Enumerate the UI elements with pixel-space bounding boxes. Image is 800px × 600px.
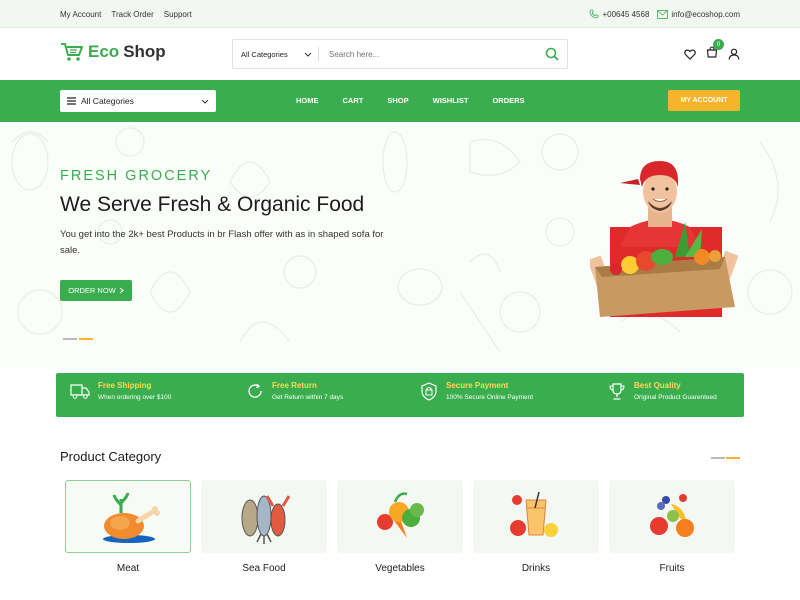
feature-free-return: Free Return Get Return within 7 days	[246, 381, 343, 401]
feature-subtitle: When ordering over $100	[98, 394, 172, 401]
category-label[interactable]: Sea Food	[201, 563, 327, 574]
search-input[interactable]	[319, 49, 537, 59]
my-account-button[interactable]: MY ACCOUNT	[668, 90, 740, 111]
lock-icon	[421, 381, 437, 401]
refresh-icon	[248, 383, 262, 398]
nav-home[interactable]: HOME	[296, 96, 319, 105]
menu-icon	[67, 97, 76, 105]
slider-dot[interactable]	[63, 338, 77, 340]
category-card-meat[interactable]	[65, 480, 191, 553]
slider-dot-active[interactable]	[726, 457, 740, 459]
feature-title: Free Shipping	[98, 381, 152, 390]
main-header: EcoShop All Categories 0	[0, 28, 800, 80]
feature-title: Secure Payment	[446, 381, 509, 390]
category-label[interactable]: Drinks	[473, 563, 599, 574]
category-slider-dots	[711, 457, 740, 459]
vegetables-icon	[377, 492, 424, 538]
nav-wishlist[interactable]: WISHLIST	[433, 96, 469, 105]
hero-subtitle: FRESH GROCERY	[60, 168, 213, 184]
feature-subtitle: Get Return within 7 days	[272, 394, 344, 401]
chevron-down-icon	[304, 52, 312, 57]
feature-title: Best Quality	[634, 381, 681, 390]
main-nav: All Categories HOME CART SHOP WISHLIST O…	[0, 80, 800, 122]
phone-icon	[590, 9, 599, 19]
search-category-value: All Categories	[241, 49, 288, 59]
category-label[interactable]: Vegetables	[337, 563, 463, 574]
section-title: Product Category	[60, 449, 162, 464]
category-card-vegetables[interactable]	[337, 480, 463, 553]
logo-text-eco: Eco	[88, 42, 120, 61]
hero-slider-dots	[63, 338, 93, 340]
category-label[interactable]: Meat	[65, 563, 191, 574]
nav-orders[interactable]: ORDERS	[492, 96, 524, 105]
hero-banner: FRESH GROCERY We Serve Fresh & Organic F…	[0, 122, 800, 367]
nav-cart[interactable]: CART	[343, 96, 364, 105]
seafood-icon	[241, 495, 291, 544]
slider-dot-active[interactable]	[79, 338, 93, 340]
email-address: info@ecoshop.com	[671, 9, 740, 19]
fruits-icon	[650, 494, 694, 537]
feature-subtitle: 100% Secure Online Payment	[446, 394, 534, 401]
slider-dot[interactable]	[711, 457, 725, 459]
search-icon	[545, 47, 559, 61]
my-account-link[interactable]: My Account	[60, 10, 101, 19]
track-order-link[interactable]: Track Order	[111, 10, 153, 19]
nav-shop[interactable]: SHOP	[387, 96, 408, 105]
phone-contact[interactable]: +00645 4568	[589, 9, 649, 19]
trophy-icon	[609, 382, 625, 400]
features-bar: Free Shipping When ordering over $100 Fre…	[56, 373, 744, 417]
feature-free-shipping: Free Shipping When ordering over $100	[70, 381, 171, 401]
heart-icon[interactable]	[684, 48, 696, 60]
feature-best-quality: Best Quality Original Product Guarenteed	[608, 381, 717, 401]
phone-number: +00645 4568	[602, 9, 650, 19]
search-button[interactable]	[537, 47, 567, 61]
delivery-man-image	[590, 161, 739, 317]
drinks-icon	[510, 491, 558, 537]
order-now-label: ORDER NOW	[68, 286, 116, 295]
logo[interactable]: Eco Shop	[60, 42, 166, 62]
hero-title: We Serve Fresh & Organic Food	[60, 193, 365, 216]
mail-icon	[657, 9, 669, 19]
meat-icon	[103, 492, 160, 543]
contact-info: +00645 4568 info@ecoshop.com	[589, 9, 740, 19]
top-links: My Account Track Order Support	[60, 10, 192, 19]
cart-button[interactable]: 0	[706, 39, 724, 63]
all-categories-dropdown[interactable]: All Categories	[60, 90, 216, 112]
all-categories-label: All Categories	[81, 96, 134, 106]
cart-count-badge: 0	[713, 39, 724, 50]
search-bar: All Categories	[232, 39, 568, 69]
search-category-select[interactable]: All Categories	[233, 47, 319, 61]
user-icon[interactable]	[728, 48, 740, 60]
email-contact[interactable]: info@ecoshop.com	[657, 10, 740, 19]
feature-title: Free Return	[272, 381, 317, 390]
chevron-down-icon	[201, 99, 209, 104]
category-card-fruits[interactable]	[609, 480, 735, 553]
feature-subtitle: Original Product Guarenteed	[634, 394, 717, 401]
top-bar: My Account Track Order Support +00645 45…	[0, 0, 800, 28]
order-now-button[interactable]: ORDER NOW	[60, 280, 132, 301]
feature-secure-payment: Secure Payment 100% Secure Online Payment	[420, 381, 533, 401]
truck-icon	[70, 384, 90, 399]
shopping-cart-logo-icon	[61, 43, 83, 61]
chevron-right-icon	[119, 287, 124, 294]
support-link[interactable]: Support	[164, 10, 192, 19]
category-card-sea-food[interactable]	[201, 480, 327, 553]
header-icons: 0	[684, 39, 740, 63]
logo-text-shop: Shop	[123, 42, 166, 61]
category-label[interactable]: Fruits	[609, 563, 735, 574]
category-card-drinks[interactable]	[473, 480, 599, 553]
nav-menu: HOME CART SHOP WISHLIST ORDERS	[296, 96, 549, 105]
hero-description: You get into the 2k+ best Products in br…	[60, 229, 384, 256]
